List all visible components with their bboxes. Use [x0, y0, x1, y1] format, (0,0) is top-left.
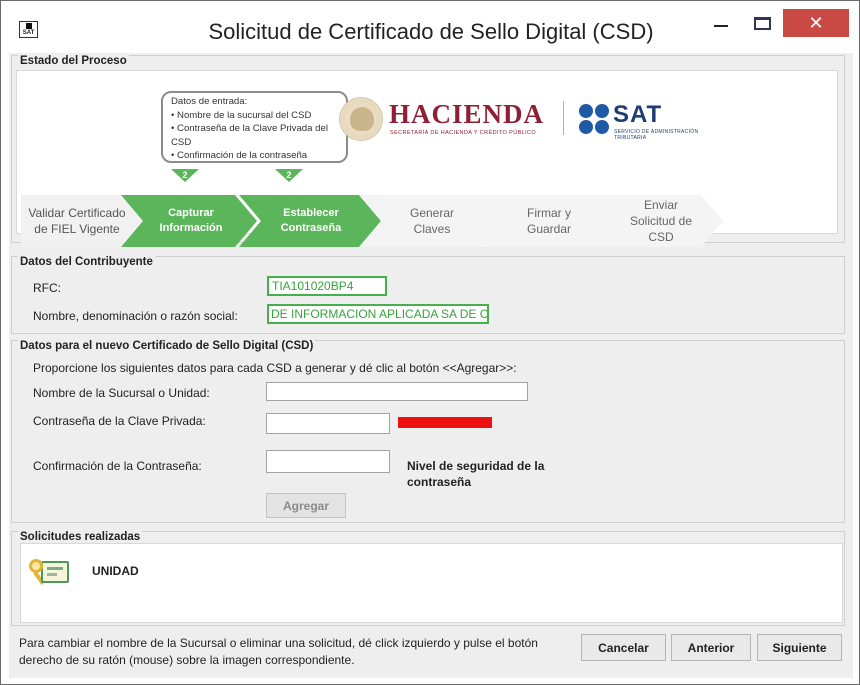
previous-button[interactable]: Anterior [671, 634, 751, 661]
minimize-icon [714, 25, 728, 27]
maximize-button[interactable] [743, 9, 783, 37]
confirm-password-input[interactable] [266, 450, 390, 473]
title-bar[interactable]: SAT Solicitud de Certificado de Sello Di… [1, 1, 859, 53]
sat-logo-text: SAT [613, 101, 663, 128]
password-strength-bar [398, 417, 492, 428]
hacienda-logo-subtitle: SECRETARÍA DE HACIENDA Y CRÉDITO PÚBLICO [390, 130, 537, 136]
rfc-label: RFC: [33, 281, 61, 295]
requests-list: UNIDAD [20, 543, 843, 623]
password-label: Contraseña de la Clave Privada: [33, 414, 206, 428]
password-input[interactable] [266, 413, 390, 434]
rfc-field[interactable]: TIA101020BP4 [267, 276, 387, 296]
security-level-label: Nivel de seguridad de la contraseña [407, 459, 545, 489]
process-status-panel: Datos de entrada: • Nombre de la sucursa… [16, 70, 838, 234]
seal-eagle [350, 107, 374, 131]
minimize-button[interactable] [701, 9, 741, 37]
callout-line: • Contraseña de la Clave Privada del CSD [171, 123, 328, 148]
instructions-text: Proporcione los siguientes datos para ca… [33, 361, 517, 375]
razon-social-label: Nombre, denominación o razón social: [33, 309, 238, 323]
request-item[interactable]: UNIDAD [21, 544, 221, 600]
logo-divider [563, 101, 564, 135]
close-icon: ✕ [808, 13, 824, 33]
callout-line: • Confirmación de la contraseña [171, 150, 308, 161]
process-status-group: Estado del Proceso Datos de entrada: • N… [11, 55, 845, 243]
requests-group: Solicitudes realizadas UNIDAD [11, 531, 845, 626]
close-button[interactable]: ✕ [783, 9, 849, 37]
new-csd-title: Datos para el nuevo Certificado de Sello… [18, 340, 316, 352]
step-pointer-number: 2 [286, 170, 292, 180]
new-csd-group: Datos para el nuevo Certificado de Sello… [11, 340, 845, 523]
certificate-key-icon[interactable] [29, 557, 71, 587]
cancel-button[interactable]: Cancelar [581, 634, 666, 661]
input-data-callout: Datos de entrada: • Nombre de la sucursa… [161, 91, 348, 163]
process-status-title: Estado del Proceso [18, 55, 129, 67]
step-label: Generar Claves [409, 206, 455, 236]
maximize-icon [754, 17, 771, 30]
help-text: Para cambiar el nombre de la Sucursal o … [19, 636, 538, 667]
taxpayer-title: Datos del Contribuyente [18, 256, 155, 268]
mexico-seal-icon [339, 97, 383, 141]
sucursal-input[interactable] [266, 382, 528, 401]
step-pointer-number: 2 [182, 170, 188, 180]
callout-line: Datos de entrada: [171, 96, 248, 107]
request-item-label: UNIDAD [92, 564, 139, 578]
taxpayer-group: Datos del Contribuyente RFC: TIA101020BP… [11, 256, 845, 334]
hacienda-logo-text: HACIENDA [389, 99, 545, 129]
requests-title: Solicitudes realizadas [18, 531, 143, 543]
application-window: SAT Solicitud de Certificado de Sello Di… [0, 0, 860, 685]
step-establecer-contrasena: Establecer Contraseña [239, 195, 381, 247]
step-label: Capturar Información [159, 207, 223, 234]
window-client-area: Estado del Proceso Datos de entrada: • N… [9, 53, 853, 678]
government-logos: HACIENDA SECRETARÍA DE HACIENDA Y CRÉDIT… [339, 97, 719, 143]
sucursal-label: Nombre de la Sucursal o Unidad: [33, 386, 210, 400]
process-steps: Validar Certificado de FIEL Vigente Capt… [21, 195, 741, 247]
sat-logo-icon [579, 104, 610, 135]
confirm-password-label: Confirmación de la Contraseña: [33, 459, 202, 473]
step-label: Establecer Contraseña [280, 207, 342, 234]
step-label: Validar Certificado de FIEL Vigente [28, 206, 126, 236]
razon-social-field[interactable]: DE INFORMACION APLICADA SA DE CV [267, 304, 489, 324]
add-button[interactable]: Agregar [266, 493, 346, 518]
step-label: Enviar Solicitud de CSD [629, 198, 693, 244]
next-button[interactable]: Siguiente [757, 634, 842, 661]
step-label: Firmar y Guardar [526, 206, 572, 236]
callout-line: • Nombre de la sucursal del CSD [171, 109, 312, 121]
sat-logo-subtitle: SERVICIO DE ADMINISTRACIÓN TRIBUTARIA [614, 129, 699, 141]
